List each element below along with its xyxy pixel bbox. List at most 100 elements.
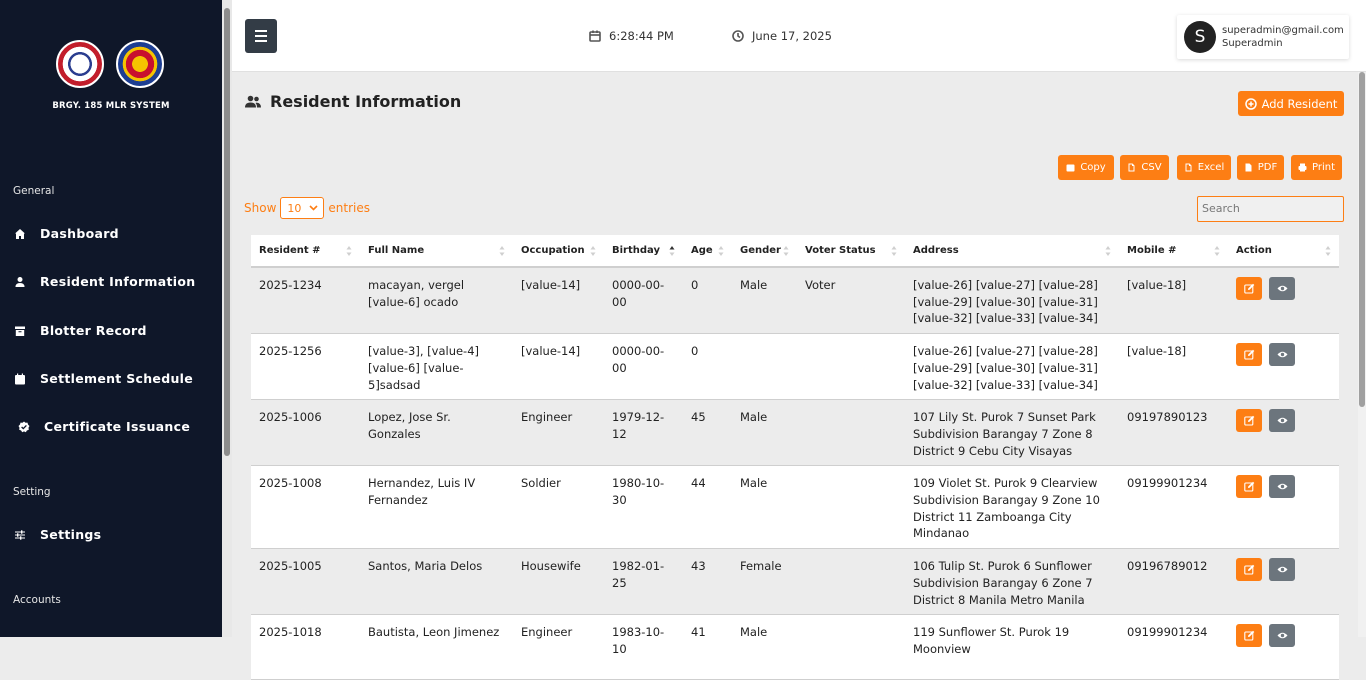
eye-icon (1277, 417, 1287, 424)
file-excel-icon (1185, 163, 1192, 172)
view-button[interactable] (1269, 343, 1295, 367)
print-label: Print (1311, 162, 1335, 173)
sidebar-item-label: Blotter Record (40, 323, 147, 338)
table-row: 2025-1018 Bautista, Leon Jimenez Engineer 1… (251, 614, 1339, 680)
users-icon (245, 95, 261, 108)
edit-button[interactable] (1236, 558, 1262, 582)
table-cell: Male (732, 465, 797, 550)
table-cell: 45 (683, 399, 732, 467)
table-cell: 44 (683, 465, 732, 550)
page-scroll-thumb[interactable] (1359, 72, 1365, 407)
pdf-button[interactable]: PDF (1237, 155, 1284, 180)
col-birthday[interactable]: Birthday (604, 235, 683, 268)
table-row: 2025-1006 Lopez, Jose Sr. Gonzales Enginee… (251, 399, 1339, 467)
page-scrollbar[interactable] (1358, 72, 1366, 637)
user-email: superadmin@gmail.com (1222, 25, 1344, 36)
view-button[interactable] (1269, 624, 1295, 648)
eye-icon (1277, 484, 1287, 490)
sidebar-item-blotter-record[interactable]: Blotter Record (14, 323, 147, 338)
page-title: Resident Information (245, 92, 461, 111)
menu-toggle-button[interactable] (245, 19, 277, 53)
print-button[interactable]: Print (1291, 155, 1342, 180)
pdf-label: PDF (1257, 162, 1278, 173)
user-menu[interactable]: S superadmin@gmail.com Superadmin (1177, 15, 1349, 59)
home-icon (15, 228, 25, 239)
excel-button[interactable]: Excel (1177, 155, 1231, 180)
col-action[interactable]: Action (1228, 235, 1339, 268)
show-label: Show (244, 201, 277, 215)
col-address[interactable]: Address (905, 235, 1119, 268)
sidebar-item-dashboard[interactable]: Dashboard (14, 226, 119, 241)
section-setting: Setting (13, 486, 51, 498)
table-cell: [value-14] (513, 267, 604, 335)
sort-icon (1214, 246, 1220, 256)
sidebar-item-settings[interactable]: Settings (14, 527, 101, 542)
col-age[interactable]: Age (683, 235, 732, 268)
view-button[interactable] (1269, 409, 1295, 433)
table-cell: 2025-1018 (251, 614, 360, 680)
table-cell: 2025-1006 (251, 399, 360, 467)
sidebar-scroll-thumb[interactable] (224, 8, 230, 456)
col-resident-number[interactable]: Resident # (251, 235, 360, 268)
hamburger-icon (255, 30, 267, 32)
table-cell (797, 548, 905, 616)
table-cell: [value-14] (513, 333, 604, 401)
csv-button[interactable]: CSV (1120, 155, 1169, 180)
col-voter-status[interactable]: Voter Status (797, 235, 905, 268)
table-cell: 2025-1234 (251, 267, 360, 335)
view-button[interactable] (1269, 558, 1295, 582)
table-cell: 0000-00-00 (604, 333, 683, 401)
sort-icon (718, 246, 724, 256)
table-cell (797, 465, 905, 550)
sort-icon (1105, 246, 1111, 256)
table-cell: Voter (797, 267, 905, 335)
edit-button[interactable] (1236, 475, 1262, 499)
add-resident-label: Add Resident (1261, 96, 1338, 111)
sidebar-item-certificate-issuance[interactable]: Certificate Issuance (18, 419, 190, 434)
table-cell: Engineer (513, 399, 604, 467)
table-row: 2025-1256 [value-3], [value-4] [value-6] … (251, 333, 1339, 401)
section-accounts: Accounts (13, 594, 61, 606)
table-cell: 2025-1256 (251, 333, 360, 401)
add-resident-button[interactable]: Add Resident (1238, 91, 1344, 116)
view-button[interactable] (1269, 475, 1295, 499)
col-full-name[interactable]: Full Name (360, 235, 513, 268)
edit-button[interactable] (1236, 409, 1262, 433)
view-button[interactable] (1269, 277, 1295, 300)
time-text: 6:28:44 PM (609, 29, 674, 43)
table-cell: 119 Sunflower St. Purok 19 Moonview (905, 614, 1119, 680)
entries-select[interactable]: 10 (280, 197, 325, 219)
table-cell: Male (732, 399, 797, 467)
edit-button[interactable] (1236, 343, 1262, 367)
action-cell (1228, 333, 1339, 401)
sidebar-item-label: Dashboard (40, 226, 119, 241)
residents-table: Resident # Full Name Occupation Birthday… (251, 235, 1339, 680)
table-cell: 09196789012 (1119, 548, 1228, 616)
row-actions (1236, 475, 1331, 499)
sidebar-item-label: Certificate Issuance (44, 419, 191, 434)
sidebar-item-resident-information[interactable]: Resident Information (14, 274, 195, 289)
table-cell: Soldier (513, 465, 604, 550)
action-cell (1228, 399, 1339, 467)
table-body: 2025-1234 macayan, vergel [value-6] ocado… (251, 267, 1339, 680)
copy-button[interactable]: Copy (1058, 155, 1114, 180)
col-occupation[interactable]: Occupation (513, 235, 604, 268)
edit-button[interactable] (1236, 277, 1262, 300)
table-cell: 109 Violet St. Purok 9 Clearview Subdivi… (905, 465, 1119, 550)
table-cell: Bautista, Leon Jimenez (360, 614, 513, 680)
edit-button[interactable] (1236, 624, 1262, 648)
col-gender[interactable]: Gender (732, 235, 797, 268)
edit-icon (1243, 482, 1254, 492)
search-input[interactable]: Search (1197, 196, 1344, 222)
table-cell: 106 Tulip St. Purok 6 Sunflower Subdivis… (905, 548, 1119, 616)
page-title-text: Resident Information (270, 92, 462, 111)
action-cell (1228, 465, 1339, 550)
sidebar-item-settlement-schedule[interactable]: Settlement Schedule (14, 371, 193, 386)
sidebar-item-label: Settings (40, 527, 102, 542)
table-cell: [value-26] [value-27] [value-28] [value-… (905, 267, 1119, 335)
eye-icon (1277, 285, 1287, 292)
edit-icon (1243, 283, 1254, 294)
col-mobile[interactable]: Mobile # (1119, 235, 1228, 268)
sidebar-scrollbar[interactable] (222, 0, 232, 637)
table-cell: Santos, Maria Delos (360, 548, 513, 616)
